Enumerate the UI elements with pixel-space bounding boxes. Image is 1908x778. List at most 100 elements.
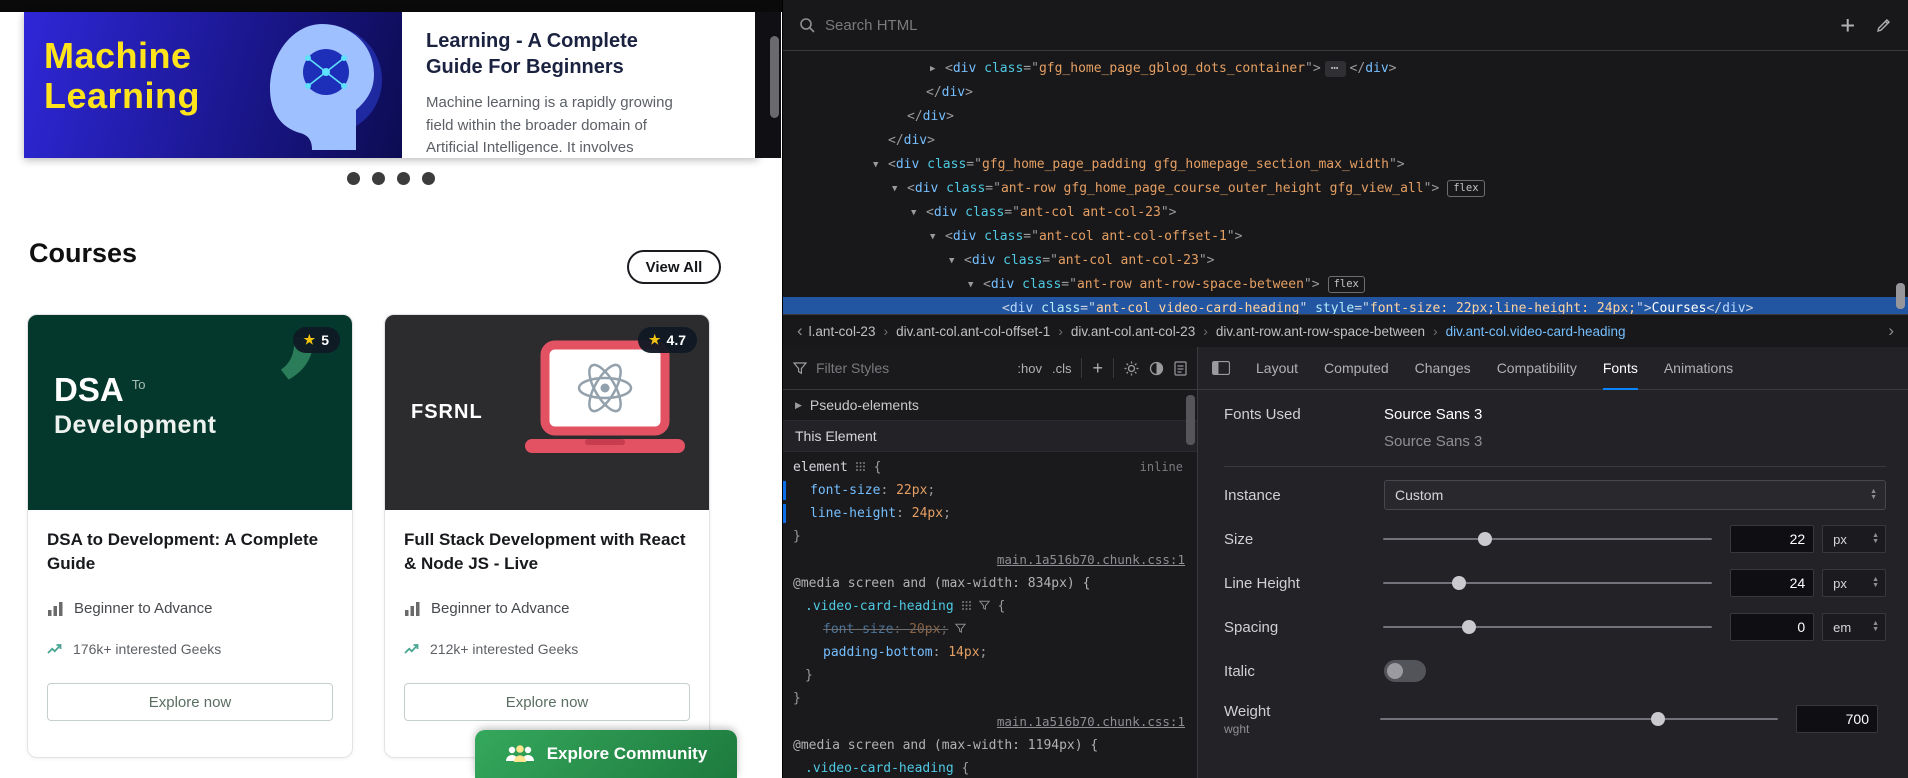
collapsed-children-badge[interactable]: ⋯	[1324, 61, 1346, 77]
css-line[interactable]: }	[783, 525, 1197, 548]
breadcrumb-item[interactable]: div.ant-row.ant-row-space-between	[1216, 324, 1425, 339]
weight-value-input[interactable]: 700	[1795, 705, 1878, 733]
breadcrumb-item[interactable]: l.ant-col-23	[809, 324, 876, 339]
breadcrumb-item[interactable]: div.ant-col.video-card-heading	[1446, 324, 1626, 339]
tab-compatibility[interactable]: Compatibility	[1497, 347, 1577, 390]
markup-line[interactable]: ▼ <div class="ant-col ant-col-23">	[783, 249, 1908, 273]
expand-arrow[interactable]: ▼	[873, 153, 878, 177]
expand-arrow[interactable]: ▼	[911, 201, 916, 225]
sidebar-toggle-icon[interactable]	[1212, 361, 1230, 375]
slider-thumb[interactable]	[1478, 532, 1493, 546]
code-token: ant-row ant-row-space-between	[1076, 277, 1304, 292]
light-scheme-icon[interactable]	[1124, 361, 1139, 376]
print-styles-icon[interactable]	[1174, 360, 1187, 376]
selector-filter-icon[interactable]	[978, 600, 990, 611]
expand-arrow[interactable]: ▼	[968, 273, 973, 297]
size-value-input[interactable]: 22	[1730, 525, 1815, 553]
css-line[interactable]: }	[783, 664, 1197, 687]
breadcrumb-item[interactable]: div.ant-col.ant-col-23	[1071, 324, 1195, 339]
explore-community-button[interactable]: Explore Community	[475, 730, 737, 778]
pen-icon[interactable]	[1875, 17, 1892, 34]
expand-arrow[interactable]: ▼	[892, 177, 897, 201]
slider-thumb[interactable]	[1461, 620, 1476, 634]
carousel-dot[interactable]	[422, 172, 435, 185]
line-height-slider[interactable]	[1383, 576, 1713, 590]
breadcrumb-item[interactable]: div.ant-col.ant-col-offset-1	[896, 324, 1050, 339]
media-query[interactable]: @media screen and (max-width: 834px) {	[783, 572, 1197, 595]
css-line[interactable]: }	[783, 687, 1197, 710]
code-token: >	[946, 109, 954, 124]
view-all-button[interactable]: View All	[627, 250, 721, 284]
course-card-fullstack[interactable]: ★ 4.7 FSRNL Full Stack Development with …	[384, 314, 710, 758]
course-card-dsa[interactable]: ★ 5 DSA To Development ’ DSA to Developme…	[27, 314, 353, 758]
breadcrumb-scroll-right[interactable]: ›	[1882, 321, 1900, 341]
stylesheet-link[interactable]: main.1a516b70.chunk.css:1	[997, 714, 1185, 729]
css-declaration[interactable]: padding-bottom: 14px;	[783, 641, 1197, 664]
page-scrollbar[interactable]	[770, 36, 779, 118]
pseudo-elements-header[interactable]: ▶ Pseudo-elements	[783, 390, 1197, 421]
markup-line[interactable]: ▼ <div class="ant-row gfg_home_page_cours…	[783, 177, 1908, 201]
carousel-dot[interactable]	[347, 172, 360, 185]
expand-arrow[interactable]: ▼	[930, 225, 935, 249]
search-bar[interactable]: Search HTML +	[783, 0, 1908, 51]
spacing-value-input[interactable]: 0	[1730, 613, 1815, 641]
size-slider[interactable]	[1383, 532, 1713, 546]
markup-line[interactable]: ▼ <div class="gfg_home_page_padding gfg_h…	[783, 153, 1908, 177]
css-declaration[interactable]: font-size: 20px;	[783, 618, 1197, 641]
line-height-value-input[interactable]: 24	[1730, 569, 1815, 597]
filter-styles-input[interactable]: Filter Styles	[816, 360, 889, 376]
toggle-hover-button[interactable]: :hov	[1017, 361, 1042, 376]
instance-select[interactable]: Custom ▲ ▼	[1384, 480, 1886, 510]
flex-badge[interactable]: flex	[1447, 180, 1485, 197]
italic-toggle[interactable]	[1384, 660, 1426, 682]
carousel-dot[interactable]	[372, 172, 385, 185]
explore-now-button[interactable]: Explore now	[47, 683, 333, 721]
slider-thumb[interactable]	[1452, 576, 1467, 590]
markup-line[interactable]: ▼ <div class="ant-col ant-col-offset-1">	[783, 225, 1908, 249]
css-rule-selector[interactable]: .video-card-heading {	[783, 757, 1197, 778]
css-declaration[interactable]: font-size: 22px;	[783, 479, 1197, 502]
expand-arrow[interactable]: ▶	[930, 57, 935, 81]
weight-slider[interactable]	[1379, 712, 1778, 726]
tab-fonts[interactable]: Fonts	[1602, 347, 1638, 390]
media-query[interactable]: @media screen and (max-width: 1194px) {	[783, 734, 1197, 757]
overridden-filter-icon[interactable]	[955, 623, 967, 634]
markup-line-selected[interactable]: <div class="ant-col video-card-heading" …	[783, 297, 1908, 314]
markup-scrollbar[interactable]	[1896, 283, 1905, 309]
toggle-class-button[interactable]: .cls	[1052, 361, 1072, 376]
tab-computed[interactable]: Computed	[1324, 347, 1389, 390]
expand-arrow[interactable]: ▼	[949, 249, 954, 273]
stylesheet-link[interactable]: main.1a516b70.chunk.css:1	[997, 552, 1185, 567]
dark-scheme-icon[interactable]	[1149, 361, 1164, 376]
markup-line[interactable]: ▶ <div class="gfg_home_page_gblog_dots_co…	[783, 57, 1908, 81]
rules-scrollbar[interactable]	[1186, 395, 1195, 445]
line-height-unit-select[interactable]: px ▲ ▼	[1822, 569, 1886, 597]
expand-arrow[interactable]: ▶	[795, 400, 802, 411]
markup-line[interactable]: </div>	[783, 81, 1908, 105]
new-rule-button[interactable]: +	[1092, 358, 1103, 379]
slider-thumb[interactable]	[1651, 712, 1666, 726]
css-rule-selector[interactable]: .video-card-heading {	[783, 595, 1197, 618]
selector-highlight-icon[interactable]	[855, 461, 866, 472]
spacing-unit-select[interactable]: em ▲ ▼	[1822, 613, 1886, 641]
markup-line[interactable]: </div>	[783, 105, 1908, 129]
carousel-slide[interactable]: Machine Learning Learning - A Complete G…	[24, 12, 758, 158]
explore-now-button[interactable]: Explore now	[404, 683, 690, 721]
spacing-slider[interactable]	[1383, 620, 1713, 634]
carousel-dot[interactable]	[397, 172, 410, 185]
flex-badge[interactable]: flex	[1327, 276, 1365, 293]
markup-line[interactable]: ▼ <div class="ant-row ant-row-space-betwe…	[783, 273, 1908, 297]
css-declaration[interactable]: line-height: 24px;	[783, 502, 1197, 525]
css-rule-selector[interactable]: element {inline	[783, 456, 1197, 479]
tab-changes[interactable]: Changes	[1415, 347, 1471, 390]
tab-layout[interactable]: Layout	[1256, 347, 1298, 390]
markup-line[interactable]: </div>	[783, 129, 1908, 153]
size-unit-select[interactable]: px ▲ ▼	[1822, 525, 1886, 553]
course-card-image: ★ 4.7 FSRNL	[385, 315, 709, 510]
markup-line[interactable]: ▼ <div class="ant-col ant-col-23">	[783, 201, 1908, 225]
selector-highlight-icon[interactable]	[961, 600, 972, 611]
add-node-icon[interactable]: +	[1831, 13, 1865, 37]
breadcrumb-scroll-left[interactable]: ‹	[791, 321, 809, 341]
tab-animations[interactable]: Animations	[1664, 347, 1733, 390]
search-input[interactable]: Search HTML	[825, 17, 1821, 34]
